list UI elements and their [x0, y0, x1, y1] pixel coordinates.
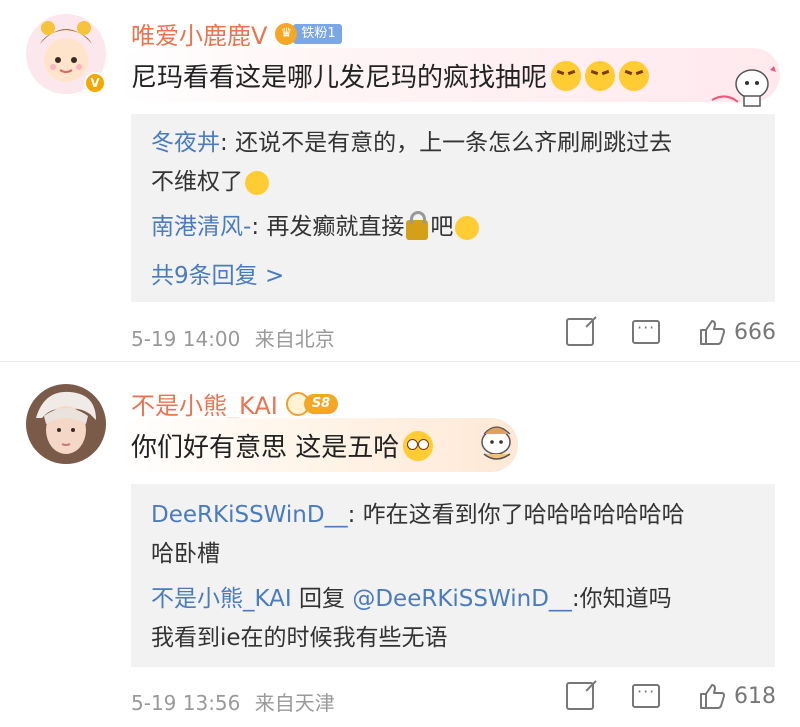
like-icon[interactable] [698, 682, 726, 710]
level-badge[interactable]: S8 [285, 391, 339, 417]
like-icon[interactable] [698, 318, 726, 346]
reply-mention[interactable]: @DeeRKiSSWinD__ [352, 586, 572, 612]
comment-item: V 唯爱小鹿鹿V ♛ 铁粉1 尼玛看看这是哪儿发尼玛的疯找抽呢 冬夜丼: 还说不… [0, 0, 800, 362]
comment-text: 你们好有意思 这是五哈 [131, 427, 434, 464]
reply-author[interactable]: DeeRKiSSWinD__ [151, 502, 348, 528]
verified-v-icon: V [84, 72, 106, 94]
comment-icon[interactable] [632, 318, 660, 344]
comment-meta: 5-19 13:56 来自天津 [131, 687, 335, 716]
fan-badge-label: 铁粉1 [293, 23, 342, 44]
timestamp: 5-19 13:56 [131, 691, 241, 715]
share-icon[interactable] [566, 318, 594, 346]
reply-item[interactable]: 冬夜丼: 还说不是有意的，上一条怎么齐刷刷跳过去 不维权了 [151, 124, 755, 202]
angry-emoji-icon [585, 60, 616, 91]
comment-icon[interactable] [632, 682, 660, 708]
eye-roll-emoji-icon [403, 430, 434, 461]
reply-item[interactable]: 南港清风-: 再发癫就直接吧 [151, 208, 755, 247]
comment-bubble: 尼玛看看这是哪儿发尼玛的疯找抽呢 [118, 48, 780, 107]
username[interactable]: 唯爱小鹿鹿V [131, 16, 267, 51]
reply-author[interactable]: 南港清风- [151, 214, 251, 240]
share-icon[interactable] [566, 682, 594, 710]
comment-item: 不是小熊_KAI S8 你们好有意思 这是五哈 DeeRKiSSWinD__: … [0, 362, 800, 727]
location: 来自天津 [254, 691, 335, 715]
angry-emoji-icon [619, 60, 650, 91]
reply-author[interactable]: 冬夜丼 [151, 130, 220, 156]
reply-box[interactable]: DeeRKiSSWinD__: 咋在这看到你了哈哈哈哈哈哈哈 哈卧槽 不是小熊_… [131, 484, 775, 667]
blush-emoji-icon [455, 215, 480, 240]
sticker-decoration-icon [481, 426, 511, 460]
reply-author[interactable]: 不是小熊_KAI [151, 586, 292, 612]
comment-actions: 666 [566, 318, 776, 346]
timestamp: 5-19 14:00 [131, 327, 241, 351]
like-count: 666 [734, 319, 776, 345]
comment-text: 尼玛看看这是哪儿发尼玛的疯找抽呢 [131, 57, 650, 94]
comment-bubble: 你们好有意思 这是五哈 [118, 418, 538, 472]
more-replies-link[interactable]: 共9条回复 > [151, 256, 284, 290]
username[interactable]: 不是小熊_KAI [131, 386, 278, 421]
like-count: 618 [734, 683, 776, 709]
avatar[interactable] [26, 384, 106, 464]
reply-item[interactable]: 不是小熊_KAI 回复 @DeeRKiSSWinD__:你知道吗 我看到ie在的… [151, 580, 755, 658]
reply-item[interactable]: DeeRKiSSWinD__: 咋在这看到你了哈哈哈哈哈哈哈 哈卧槽 [151, 496, 755, 574]
comment-meta: 5-19 14:00 来自北京 [131, 323, 335, 352]
crown-icon: ♛ [275, 22, 298, 45]
reply-box[interactable]: 冬夜丼: 还说不是有意的，上一条怎么齐刷刷跳过去 不维权了 南港清风-: 再发癫… [131, 114, 775, 302]
location: 来自北京 [254, 327, 335, 351]
lock-icon [406, 210, 429, 240]
sticker-decoration-icon [711, 66, 776, 107]
level-badge-label: S8 [303, 393, 339, 414]
laugh-cry-emoji-icon [245, 170, 269, 195]
fan-badge[interactable]: ♛ 铁粉1 [275, 22, 342, 46]
comment-actions: 618 [566, 682, 776, 710]
angry-emoji-icon [551, 60, 582, 91]
